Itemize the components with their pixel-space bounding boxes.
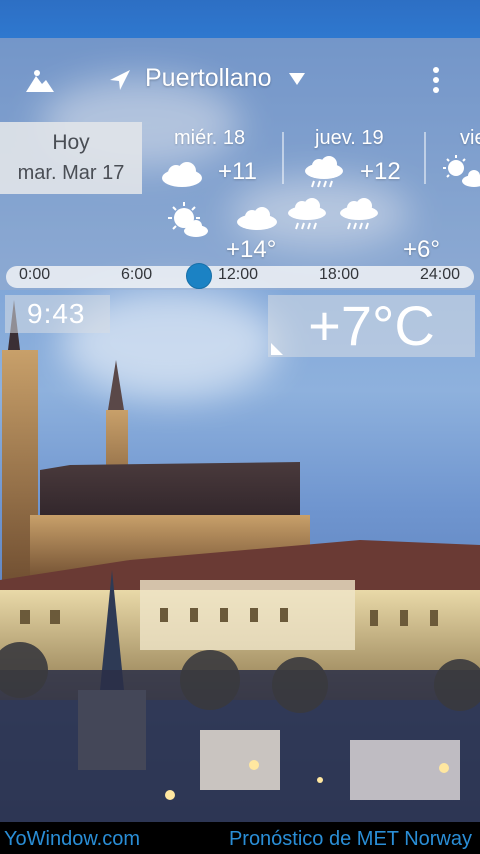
landscape-icon[interactable] [24, 66, 56, 94]
time-tick: 18:00 [319, 266, 360, 283]
day-low-temp: +6° [403, 236, 440, 263]
day-today-date: mar. Mar 17 [17, 162, 125, 184]
status-bar [0, 0, 480, 38]
day-thursday[interactable]: juev. 19 +12 [284, 122, 424, 194]
day-wednesday[interactable]: miér. 18 +11 [142, 122, 282, 194]
current-time: 9:43 [5, 295, 110, 333]
day-friday[interactable]: vie [426, 122, 480, 194]
day-today[interactable]: Hoy mar. Mar 17 [0, 122, 142, 194]
day-name: vie [460, 127, 480, 149]
rain-cloud-icon [305, 156, 343, 188]
sun-cloud-icon [443, 155, 480, 187]
yowindow-link[interactable]: YoWindow.com [4, 828, 140, 851]
current-temperature[interactable]: +7°C [268, 295, 475, 357]
time-tick: 6:00 [121, 266, 153, 283]
time-tick: 0:00 [19, 266, 51, 283]
footer-bar: YoWindow.com Pronóstico de MET Norway [0, 822, 480, 854]
day-temp: +11 [218, 158, 257, 185]
rain-cloud-icon [340, 198, 378, 230]
corner-indicator-icon [271, 343, 283, 355]
location-name[interactable]: Puertollano [145, 64, 271, 93]
cloud-icon [162, 162, 202, 187]
header-bar: Puertollano [0, 58, 480, 102]
day-high-temp: +14° [226, 236, 277, 263]
day-temp: +12 [360, 158, 401, 185]
location-arrow-icon[interactable] [108, 68, 132, 92]
time-tick: 12:00 [218, 266, 259, 283]
day-name: miér. 18 [174, 127, 246, 149]
day-today-name: Hoy [52, 131, 90, 154]
sun-cloud-icon [168, 202, 208, 237]
overflow-menu-icon[interactable] [426, 64, 446, 96]
daily-forecast-strip: Hoy mar. Mar 17 miér. 18 +11 juev. 19 +1… [0, 122, 480, 194]
rain-cloud-icon [288, 198, 326, 230]
cloud-icon [237, 207, 277, 230]
day-name: juev. 19 [315, 127, 384, 149]
forecast-source-link[interactable]: Pronóstico de MET Norway [229, 828, 472, 851]
time-tick: 24:00 [420, 266, 461, 283]
castle-illustration [0, 300, 480, 822]
dropdown-triangle-icon[interactable] [288, 72, 306, 86]
